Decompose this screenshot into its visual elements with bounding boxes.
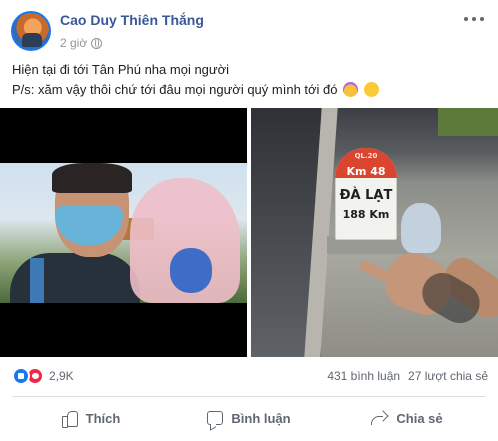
milestone-city: ĐÀ LẠT [339,188,393,203]
comment-label: Bình luận [231,410,291,426]
stats-right: 431 bình luận 27 lượt chia sẻ [327,369,488,383]
smiling-face-with-hearts-icon [363,82,379,97]
post-text-line: Hiện tại đi tới Tân Phú nha mọi người [12,62,230,77]
avatar[interactable] [11,11,51,51]
post-media: QL.20 Km 48 ĐÀ LẠT 188 Km [0,108,498,357]
comments-count[interactable]: 431 bình luận [327,369,400,383]
person-hair-shape [52,163,132,193]
comment-icon [207,411,224,425]
selfie-frame [0,163,247,303]
reactions-count[interactable]: 2,9K [49,369,74,383]
dot-icon [472,17,476,21]
post-stats: 2,9K 431 bình luận 27 lượt chia sẻ [12,364,488,388]
author-name[interactable]: Cao Duy Thiên Thắng [60,12,204,28]
like-button[interactable]: Thích [12,401,170,435]
dot-icon [464,17,468,21]
globe-icon [91,37,103,49]
backpack-strap-shape [30,258,44,303]
action-bar: Thích Bình luận Chia sẻ [12,401,486,435]
milestone-road-code: QL.20 [354,152,378,160]
grass-shape [438,108,498,136]
like-reaction-icon [12,367,30,385]
smiling-face-with-horns-icon [343,82,359,97]
share-icon [371,411,388,425]
finger-shape [358,259,394,284]
milestone-km: Km 48 [346,165,386,178]
shares-count[interactable]: 27 lượt chia sẻ [408,369,488,383]
bottle-shape [170,248,212,293]
more-options-button[interactable] [464,14,484,24]
photo-selfie[interactable] [0,108,247,357]
milestone-distance: 188 Km [342,208,390,221]
post-text: Hiện tại đi tới Tân Phú nha mọi người P/… [12,60,488,100]
post-text-line: P/s: xăm vậy thôi chứ tới đâu mọi người … [12,82,338,97]
post-text-line-2: P/s: xăm vậy thôi chứ tới đâu mọi người … [12,80,488,100]
dot-icon [480,17,484,21]
divider [12,396,486,397]
post-meta: 2 giờ [60,36,103,50]
thumbs-up-icon [61,410,78,428]
share-button[interactable]: Chia sẻ [328,401,486,435]
post-time[interactable]: 2 giờ [60,36,87,50]
reaction-icons[interactable] [12,367,44,385]
share-label: Chia sẻ [396,410,443,426]
post-header: Cao Duy Thiên Thắng 2 giờ [0,0,498,56]
comment-button[interactable]: Bình luận [170,401,328,435]
plastic-bag-shape [401,203,441,253]
like-label: Thích [85,410,121,426]
photo-milestone[interactable]: QL.20 Km 48 ĐÀ LẠT 188 Km [251,108,498,357]
